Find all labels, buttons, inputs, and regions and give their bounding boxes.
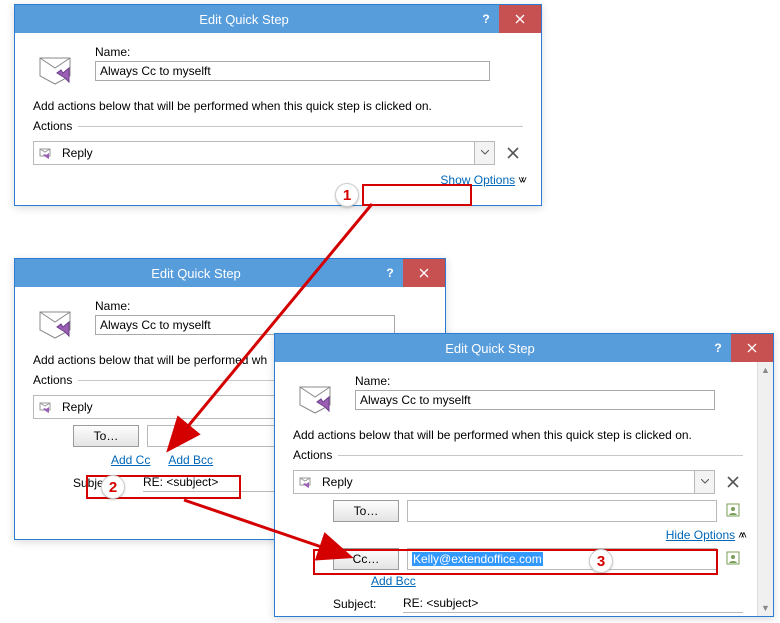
add-bcc-link[interactable]: Add Bcc [371,574,416,588]
name-input[interactable] [355,390,715,410]
show-options-link[interactable]: Show Options [440,173,515,187]
help-icon[interactable]: ? [377,259,403,287]
dialog-3: Edit Quick Step ? ▲ ▼ Name: Add actions … [274,333,774,617]
address-book-icon[interactable] [725,550,743,568]
reply-icon [34,146,58,160]
close-icon[interactable] [403,259,445,287]
instruction-text: Add actions below that will be performed… [293,428,743,442]
subject-field[interactable]: RE: <subject> [403,594,743,613]
action-dropdown[interactable]: Reply [293,470,715,494]
dialog-1: Edit Quick Step ? Name: Add actions belo… [14,4,542,206]
chevron-up-icon: ˄˄ [738,530,743,542]
chevron-down-icon[interactable] [694,471,714,493]
chevron-down-icon: ˅˅ [518,175,523,187]
annotation-number-2: 2 [101,475,125,499]
address-book-icon[interactable] [725,502,743,520]
annotation-number-3: 3 [589,549,613,573]
envelope-reply-icon [33,45,81,89]
titlebar[interactable]: Edit Quick Step ? [15,259,445,287]
name-label: Name: [355,374,743,388]
actions-label: Actions [33,119,72,133]
envelope-reply-icon [33,299,81,343]
help-icon[interactable]: ? [705,334,731,362]
actions-label: Actions [293,448,332,462]
scroll-up-icon[interactable]: ▲ [758,362,773,378]
titlebar[interactable]: Edit Quick Step ? [15,5,541,33]
to-button[interactable]: To… [73,425,139,447]
add-bcc-link[interactable]: Add Bcc [168,453,213,467]
name-input[interactable] [95,61,490,81]
reply-icon [294,475,318,489]
add-cc-link[interactable]: Add Cc [111,453,150,467]
cc-value: Kelly@extendoffice.com [412,552,543,566]
name-label: Name: [95,45,523,59]
window-title: Edit Quick Step [15,266,377,281]
window-title: Edit Quick Step [275,341,705,356]
action-text: Reply [318,475,694,489]
window-title: Edit Quick Step [15,12,473,27]
action-text: Reply [58,146,474,160]
scroll-down-icon[interactable]: ▼ [758,600,773,616]
close-icon[interactable] [731,334,773,362]
chevron-down-icon[interactable] [474,142,494,164]
actions-label: Actions [33,373,72,387]
instruction-text: Add actions below that will be performed… [33,99,523,113]
hide-options-link[interactable]: Hide Options [666,528,735,542]
cc-button[interactable]: Cc… [333,548,399,570]
annotation-number-1: 1 [335,183,359,207]
name-input[interactable] [95,315,395,335]
divider [78,126,523,127]
to-field[interactable] [407,500,717,522]
cc-field[interactable]: Kelly@extendoffice.com [407,548,717,570]
reply-icon [34,400,58,414]
to-button[interactable]: To… [333,500,399,522]
titlebar[interactable]: Edit Quick Step ? [275,334,773,362]
action-dropdown[interactable]: Reply [33,141,495,165]
delete-action-icon[interactable] [723,472,743,492]
divider [338,455,743,456]
subject-label: Subject: [333,597,389,611]
help-icon[interactable]: ? [473,5,499,33]
scrollbar[interactable]: ▲ ▼ [757,362,773,616]
name-label: Name: [95,299,427,313]
delete-action-icon[interactable] [503,143,523,163]
envelope-reply-icon [293,374,341,418]
close-icon[interactable] [499,5,541,33]
